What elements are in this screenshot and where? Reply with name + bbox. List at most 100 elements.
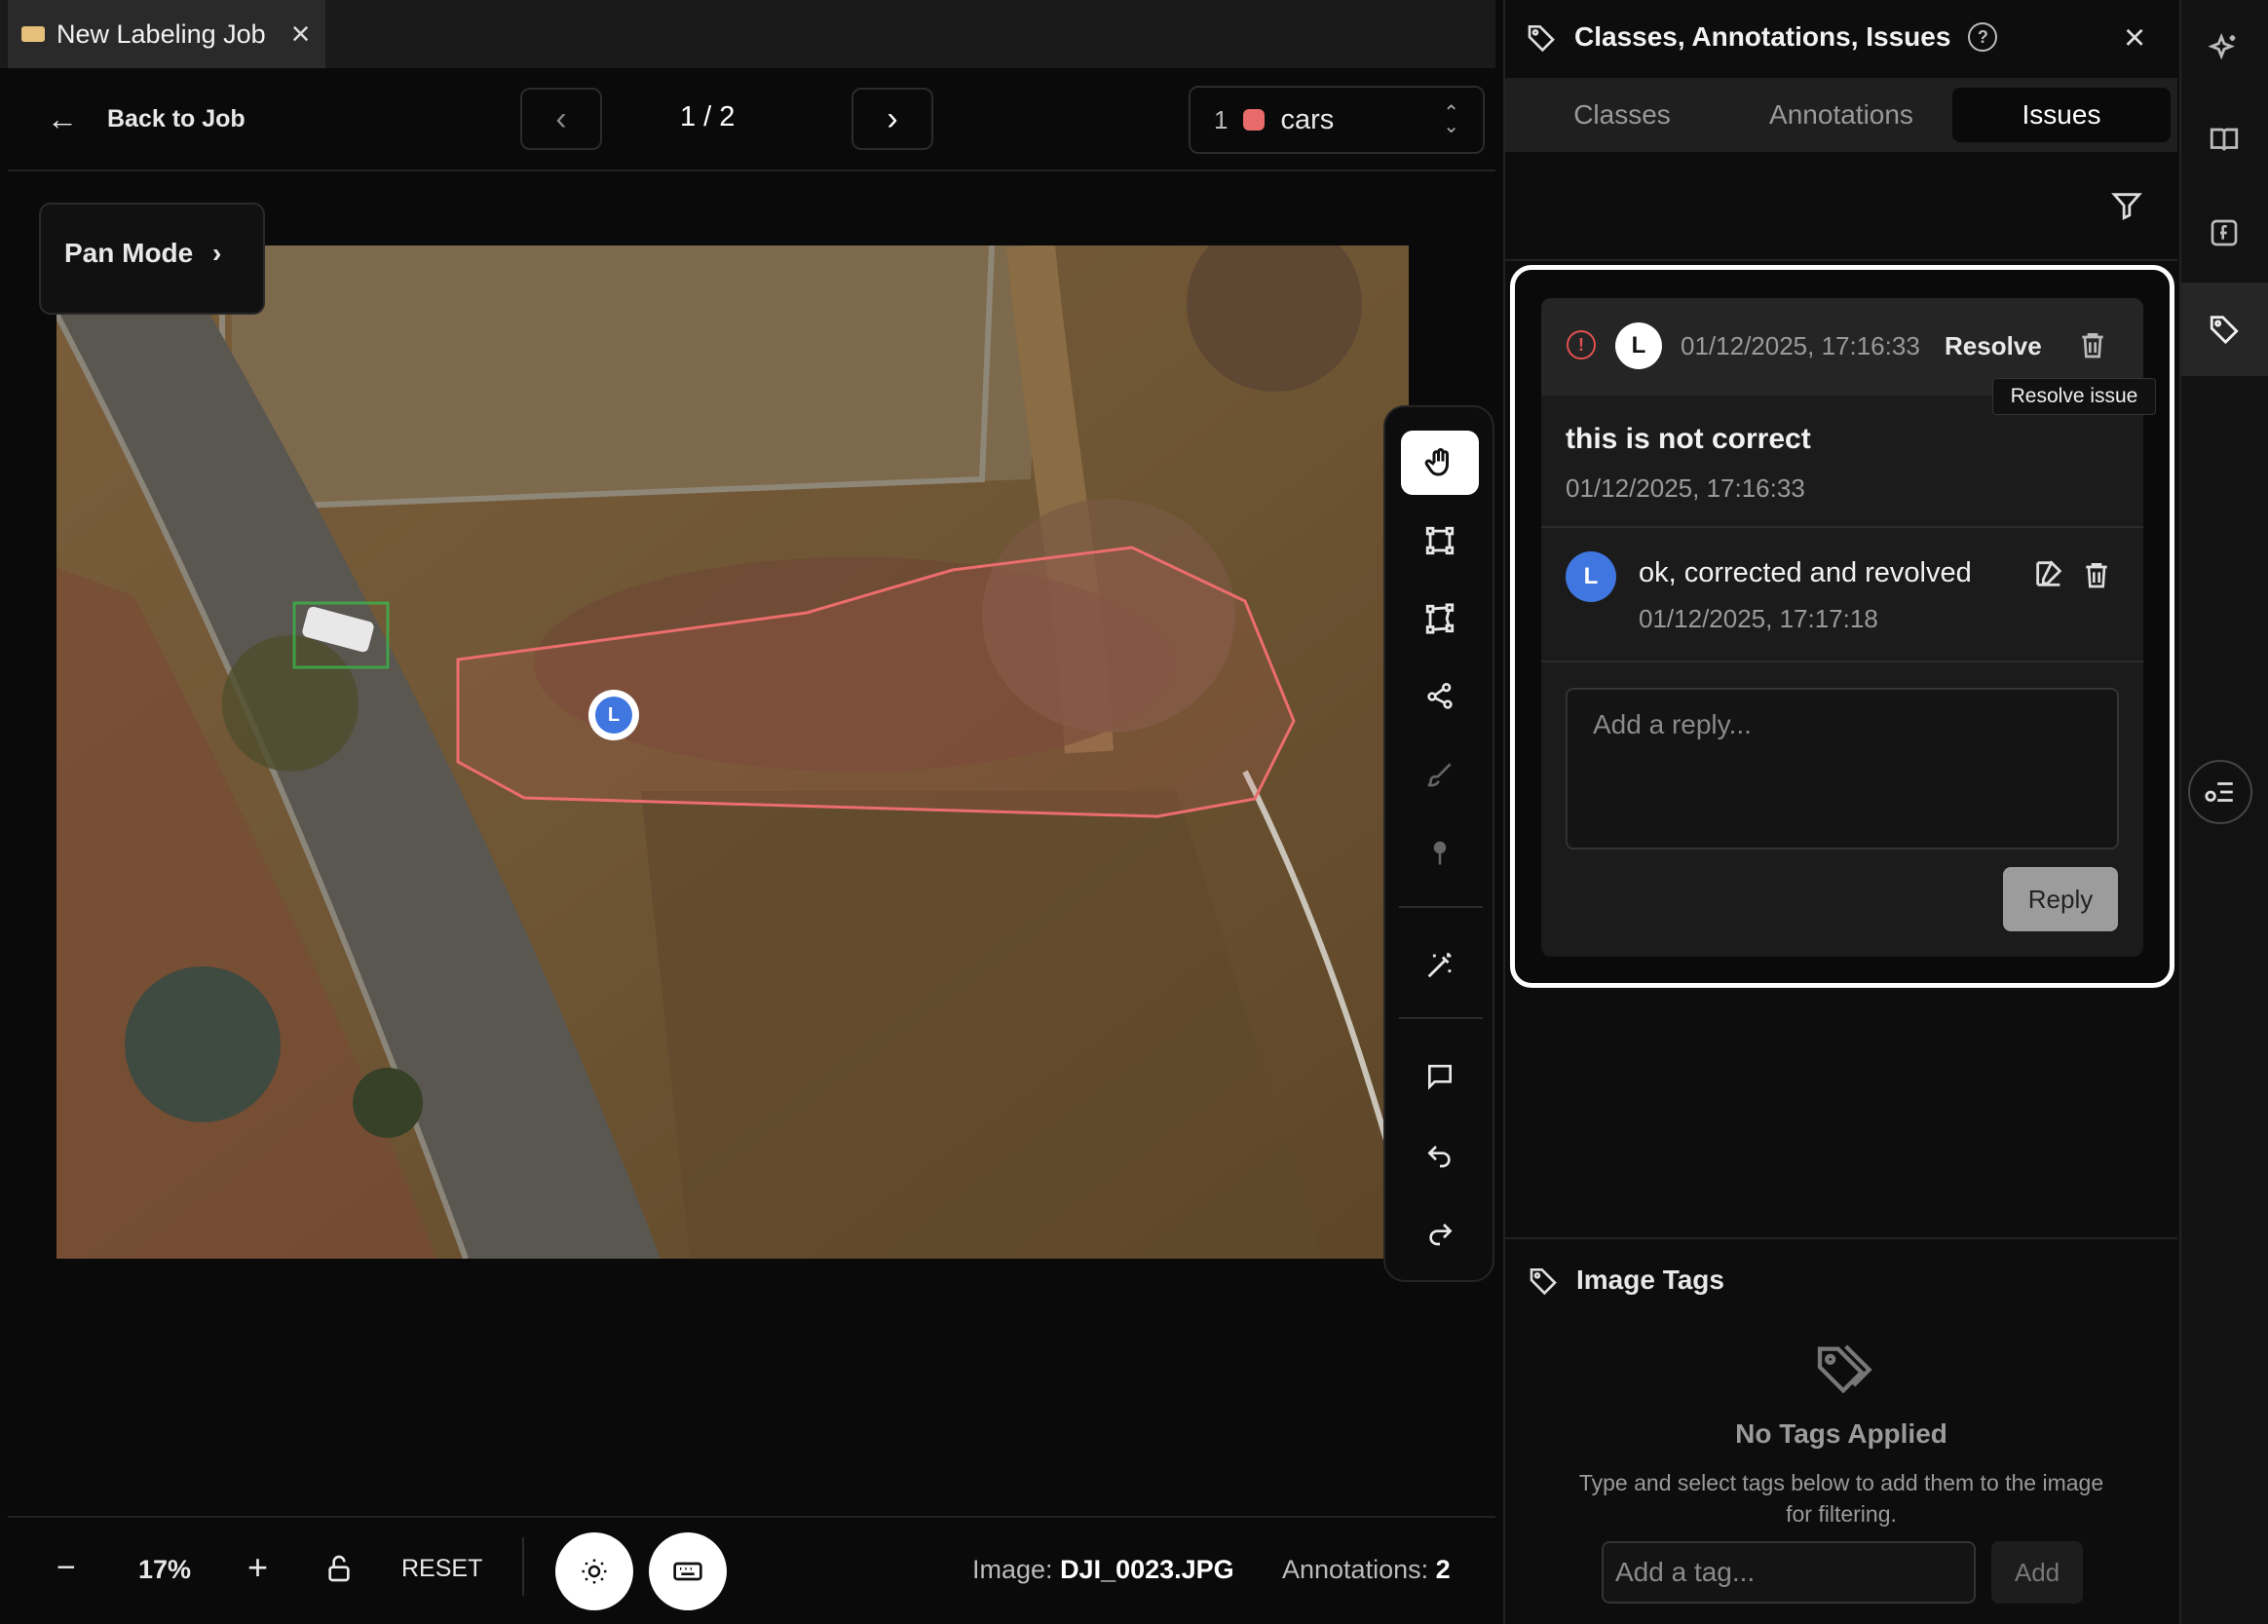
tags-empty-state: No Tags Applied Type and select tags bel… — [1505, 1335, 2177, 1530]
edit-icon — [2036, 560, 2062, 586]
help-icon[interactable]: ? — [1968, 22, 1998, 52]
bbox-tool-button[interactable] — [1401, 509, 1479, 573]
keyboard-shortcuts-button[interactable] — [649, 1532, 727, 1610]
sparkles-icon — [2208, 32, 2236, 60]
add-tag-button[interactable]: Add — [1991, 1541, 2083, 1604]
brightness-button[interactable] — [555, 1532, 633, 1610]
thread-divider — [1541, 526, 2143, 528]
brush-icon — [1427, 763, 1452, 787]
reply-text: ok, corrected and revolved — [1639, 557, 1972, 588]
function-icon — [2211, 219, 2238, 246]
next-image-button[interactable]: › — [851, 88, 933, 150]
no-tags-title: No Tags Applied — [1735, 1418, 1947, 1449]
lock-button[interactable] — [323, 1553, 355, 1591]
tab-annotations[interactable]: Annotations — [1732, 88, 1950, 142]
redo-icon — [1429, 1224, 1453, 1246]
aerial-image — [57, 245, 1409, 1259]
keypoint-tool-button[interactable] — [1401, 820, 1479, 885]
issue-message-time: 01/12/2025, 17:16:33 — [1566, 473, 1805, 503]
zoom-out-button[interactable]: − — [57, 1549, 76, 1587]
comment-tool-button[interactable] — [1401, 1044, 1479, 1109]
book-icon — [2210, 128, 2239, 151]
polyline-tool-button[interactable] — [1401, 664, 1479, 729]
issue-alert-badge: ! — [1567, 330, 1596, 359]
chevron-right-icon: › — [887, 99, 898, 137]
filter-icon — [2111, 193, 2142, 221]
undo-button[interactable] — [1401, 1122, 1479, 1187]
tab-title: New Labeling Job — [57, 19, 266, 49]
comment-icon — [1428, 1065, 1452, 1090]
image-name: DJI_0023.JPG — [1060, 1555, 1234, 1584]
panel-divider — [1505, 259, 2177, 261]
reply-time: 01/12/2025, 17:17:18 — [1639, 604, 1878, 633]
polygon-icon — [1425, 603, 1455, 634]
trash-icon — [2082, 333, 2103, 359]
keyboard-icon — [673, 1562, 702, 1581]
bottom-bar — [8, 1516, 1495, 1624]
class-selector[interactable]: 1 cars ⌃ ⌄ — [1189, 86, 1485, 154]
tag-icon — [2210, 316, 2239, 345]
sun-icon — [582, 1559, 607, 1584]
tags-panel-button[interactable] — [2194, 298, 2254, 359]
hand-icon — [1424, 448, 1449, 476]
resolve-button[interactable]: Resolve — [1945, 331, 2042, 361]
issue-message: this is not correct — [1566, 423, 1811, 455]
delete-issue-button[interactable] — [2077, 327, 2108, 367]
keypoint-icon — [1433, 841, 1447, 865]
list-settings-icon — [2205, 782, 2233, 802]
unlock-icon — [328, 1555, 350, 1582]
class-color-swatch — [1243, 109, 1266, 131]
arrow-left-icon: ← — [47, 101, 78, 136]
functions-button[interactable] — [2194, 203, 2254, 263]
delete-reply-button[interactable] — [2081, 557, 2112, 597]
docs-button[interactable] — [2194, 109, 2254, 170]
chevron-updown-icon: ⌃ ⌄ — [1443, 102, 1459, 137]
toggle-panel-button[interactable] — [2188, 760, 2252, 824]
tag-icon — [1528, 25, 1555, 53]
filter-button[interactable] — [2110, 189, 2143, 227]
class-index: 1 — [1214, 104, 1228, 134]
issue-marker[interactable]: L — [588, 690, 639, 740]
pan-mode-label: Pan Mode — [64, 238, 194, 268]
pan-mode-button[interactable]: Pan Mode › — [39, 203, 265, 315]
tag-icon — [21, 26, 45, 42]
magic-wand-tool-button[interactable] — [1401, 933, 1479, 998]
bbox-icon — [1425, 526, 1455, 555]
top-toolbar: ← Back to Job ‹ 1 / 2 › 1 cars ⌃ ⌄ — [8, 68, 1495, 171]
annotations-count: 2 — [1435, 1555, 1451, 1584]
alert-circle-icon: ! — [1567, 330, 1596, 359]
class-name: cars — [1280, 103, 1335, 135]
resolve-tooltip: Resolve issue — [1992, 378, 2156, 415]
tool-palette — [1383, 405, 1494, 1282]
reply-input[interactable]: Add a reply... — [1566, 688, 2119, 850]
issue-marker-avatar: L — [595, 697, 632, 734]
pan-tool-button[interactable] — [1401, 431, 1479, 495]
ai-assist-button[interactable] — [2194, 18, 2254, 78]
reset-button[interactable]: RESET — [401, 1555, 482, 1583]
redo-button[interactable] — [1401, 1200, 1479, 1265]
edit-reply-button[interactable] — [2032, 557, 2065, 595]
zoom-in-button[interactable]: + — [247, 1547, 268, 1588]
close-tab-icon[interactable]: × — [291, 16, 311, 54]
tab-labeling-job[interactable]: New Labeling Job × — [8, 0, 325, 68]
close-panel-icon[interactable]: × — [2124, 18, 2145, 59]
zoom-level: 17% — [138, 1555, 192, 1584]
tab-issues[interactable]: Issues — [1952, 88, 2171, 142]
page-indicator: 1 / 2 — [680, 101, 736, 132]
image-label: Image: — [972, 1555, 1053, 1584]
panel-title: Classes, Annotations, Issues — [1574, 21, 1951, 52]
annotation-canvas[interactable]: L — [57, 245, 1409, 1259]
reply-button[interactable]: Reply — [2003, 867, 2118, 931]
tab-classes[interactable]: Classes — [1513, 88, 1731, 142]
undo-icon — [1427, 1146, 1451, 1168]
back-to-job-button[interactable]: ← Back to Job — [47, 101, 246, 137]
brush-tool-button[interactable] — [1401, 742, 1479, 807]
image-name-info: Image: DJI_0023.JPG — [972, 1555, 1234, 1585]
issue-timestamp: 01/12/2025, 17:16:33 — [1681, 331, 1920, 360]
prev-image-button[interactable]: ‹ — [520, 88, 602, 150]
image-tags-title: Image Tags — [1576, 1265, 1724, 1295]
tag-input[interactable]: Add a tag... — [1602, 1541, 1976, 1604]
polygon-tool-button[interactable] — [1401, 586, 1479, 651]
image-tags-header: Image Tags — [1528, 1265, 1724, 1296]
panel-header: Classes, Annotations, Issues ? — [1526, 21, 1998, 53]
